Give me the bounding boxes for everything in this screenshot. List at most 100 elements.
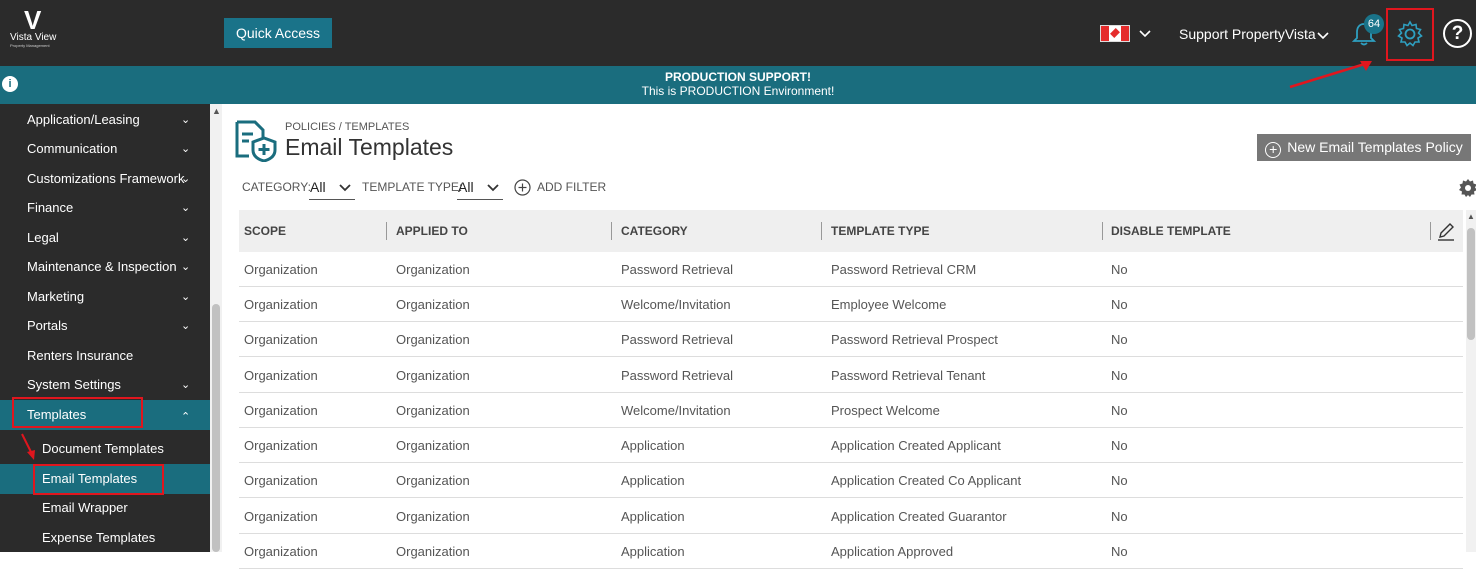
chevron-down-icon[interactable] — [1138, 26, 1152, 43]
sidebar-item-communication[interactable]: Communication ⌄ — [0, 134, 210, 164]
sidebar-item-finance[interactable]: Finance ⌄ — [0, 193, 210, 223]
scrollbar-thumb[interactable] — [1467, 228, 1475, 340]
table-row[interactable]: Organization Organization Password Retri… — [239, 322, 1463, 357]
sidebar-item-marketing[interactable]: Marketing ⌄ — [0, 282, 210, 312]
quick-access-button[interactable]: Quick Access — [224, 18, 332, 48]
table-scrollbar[interactable]: ▲ — [1466, 210, 1476, 552]
sidebar-item-maintenance[interactable]: Maintenance & Inspection ⌄ — [0, 252, 210, 282]
category-filter-label: CATEGORY: — [242, 180, 311, 194]
scrollbar-thumb[interactable] — [212, 304, 220, 552]
chevron-down-icon: ⌄ — [181, 143, 191, 155]
sidebar-scrollbar[interactable]: ▲ — [210, 104, 222, 552]
chevron-down-icon[interactable] — [338, 181, 352, 195]
logo-mark: V — [24, 5, 42, 35]
cell-applied-to: Organization — [396, 438, 470, 453]
cell-applied-to: Organization — [396, 262, 470, 277]
sidebar-subitem-label: Email Wrapper — [42, 500, 128, 515]
account-menu[interactable]: Support PropertyVista — [1179, 26, 1316, 42]
chevron-down-icon: ⌄ — [181, 114, 191, 126]
banner-title: PRODUCTION SUPPORT! — [664, 70, 811, 84]
cell-scope: Organization — [244, 473, 318, 488]
cell-applied-to: Organization — [396, 473, 470, 488]
document-policy-icon — [235, 120, 277, 162]
sidebar-subitem-label: Document Templates — [42, 441, 164, 456]
gear-icon[interactable] — [1396, 20, 1424, 48]
info-icon[interactable]: i — [2, 76, 18, 92]
sidebar-subitem-label: Expense Templates — [42, 530, 156, 545]
sidebar-item-label: Renters Insurance — [27, 348, 134, 363]
pencil-icon[interactable] — [1436, 221, 1456, 241]
table-row[interactable]: Organization Organization Application Ap… — [239, 463, 1463, 498]
sidebar-item-legal[interactable]: Legal ⌄ — [0, 223, 210, 253]
new-button-label: New Email Templates Policy — [1287, 139, 1463, 155]
sidebar-subitem-expense-templates[interactable]: Expense Templates — [0, 523, 210, 553]
chevron-down-icon: ⌄ — [181, 291, 191, 303]
cell-disable-template: No — [1111, 297, 1128, 312]
cell-template-type: Password Retrieval Prospect — [831, 332, 998, 347]
table-row[interactable]: Organization Organization Password Retri… — [239, 358, 1463, 393]
cell-category: Password Retrieval — [621, 332, 733, 347]
cell-disable-template: No — [1111, 473, 1128, 488]
top-bar: V Vista View Property Management Quick A… — [0, 0, 1476, 66]
scroll-up-icon[interactable]: ▲ — [212, 106, 221, 116]
sidebar-subitem-email-wrapper[interactable]: Email Wrapper — [0, 493, 210, 523]
column-header-template-type[interactable]: TEMPLATE TYPE — [831, 224, 929, 238]
sidebar-item-renters-insurance[interactable]: Renters Insurance — [0, 341, 210, 371]
cell-template-type: Employee Welcome — [831, 297, 947, 312]
chevron-down-icon: ⌄ — [181, 232, 191, 244]
annotation-arrow — [1289, 61, 1372, 89]
table-header: SCOPE APPLIED TO CATEGORY TEMPLATE TYPE … — [239, 210, 1463, 252]
scroll-up-icon[interactable]: ▲ — [1467, 212, 1475, 221]
table-row[interactable]: Organization Organization Application Ap… — [239, 499, 1463, 534]
canada-flag-icon[interactable] — [1100, 25, 1130, 42]
chevron-up-icon: ⌃ — [181, 411, 191, 423]
cell-applied-to: Organization — [396, 332, 470, 347]
sidebar-item-label: Maintenance & Inspection — [27, 259, 177, 274]
environment-banner: i PRODUCTION SUPPORT! This is PRODUCTION… — [0, 66, 1476, 104]
table-row[interactable]: Organization Organization Application Ap… — [239, 428, 1463, 463]
cell-applied-to: Organization — [396, 368, 470, 383]
column-header-applied-to[interactable]: APPLIED TO — [396, 224, 468, 238]
cell-template-type: Application Created Co Applicant — [831, 473, 1022, 488]
logo-tagline: Property Management — [10, 43, 50, 48]
banner-subtitle: This is PRODUCTION Environment! — [641, 84, 835, 98]
column-header-category[interactable]: CATEGORY — [621, 224, 688, 238]
sidebar-item-system-settings[interactable]: System Settings ⌄ — [0, 370, 210, 400]
chevron-down-icon[interactable] — [486, 181, 500, 195]
gear-icon[interactable] — [1458, 178, 1476, 198]
plus-circle-icon[interactable] — [514, 179, 531, 196]
cell-disable-template: No — [1111, 403, 1128, 418]
help-button[interactable]: ? — [1443, 19, 1472, 48]
sidebar-item-customizations[interactable]: Customizations Framework ⌄ — [0, 164, 210, 194]
table-row[interactable]: Organization Organization Welcome/Invita… — [239, 393, 1463, 428]
chevron-down-icon: ⌄ — [181, 379, 191, 391]
cell-category: Welcome/Invitation — [621, 403, 731, 418]
table-row[interactable]: Organization Organization Welcome/Invita… — [239, 287, 1463, 322]
cell-disable-template: No — [1111, 438, 1128, 453]
cell-disable-template: No — [1111, 509, 1128, 524]
table-row[interactable]: Organization Organization Password Retri… — [239, 252, 1463, 287]
new-email-templates-policy-button[interactable]: + New Email Templates Policy — [1257, 134, 1471, 161]
email-templates-highlight — [33, 464, 164, 495]
add-filter-button[interactable]: ADD FILTER — [537, 180, 606, 194]
sidebar-item-portals[interactable]: Portals ⌄ — [0, 311, 210, 341]
cell-scope: Organization — [244, 262, 318, 277]
column-header-scope[interactable]: SCOPE — [244, 224, 286, 238]
cell-applied-to: Organization — [396, 403, 470, 418]
chevron-down-icon: ⌄ — [181, 202, 191, 214]
cell-scope: Organization — [244, 438, 318, 453]
template-type-filter-label: TEMPLATE TYPE: — [362, 180, 463, 194]
cell-category: Welcome/Invitation — [621, 297, 731, 312]
annotation-arrow — [21, 433, 35, 460]
sidebar-item-label: Application/Leasing — [27, 112, 140, 127]
plus-circle-icon: + — [1265, 142, 1282, 158]
sidebar-item-application-leasing[interactable]: Application/Leasing ⌄ — [0, 105, 210, 135]
chevron-down-icon[interactable] — [1316, 28, 1330, 45]
sidebar-item-label: Communication — [27, 141, 118, 156]
column-header-disable-template[interactable]: DISABLE TEMPLATE — [1111, 224, 1231, 238]
cell-template-type: Application Created Applicant — [831, 438, 1001, 453]
breadcrumb[interactable]: POLICIES / TEMPLATES — [285, 121, 409, 133]
cell-applied-to: Organization — [396, 509, 470, 524]
cell-applied-to: Organization — [396, 297, 470, 312]
logo[interactable]: V Vista View Property Management — [10, 5, 70, 48]
